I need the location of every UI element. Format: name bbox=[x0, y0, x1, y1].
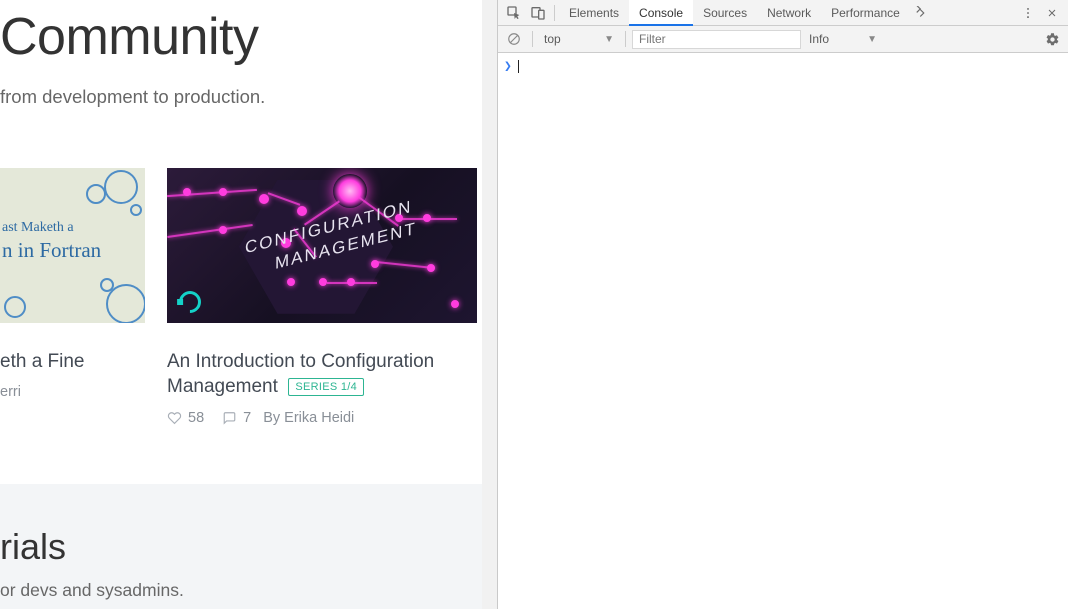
context-select[interactable]: top ▼ bbox=[539, 29, 619, 49]
cards-row: ast Maketh a n in Fortran eth a Fine err… bbox=[0, 168, 497, 426]
thumb-text-line1: ast Maketh a bbox=[2, 220, 101, 236]
inspect-element-icon[interactable] bbox=[502, 1, 526, 25]
console-prompt-line[interactable]: ❯ bbox=[504, 57, 1062, 75]
console-body[interactable]: ❯ bbox=[498, 53, 1068, 609]
article-title: eth a Fine bbox=[0, 349, 145, 375]
console-prompt-icon: ❯ bbox=[504, 59, 512, 74]
log-level-value: Info bbox=[809, 32, 829, 46]
page-subtitle: from development to production. bbox=[0, 86, 497, 108]
page-scrollbar[interactable] bbox=[482, 0, 497, 609]
page-title: Community bbox=[0, 8, 497, 68]
console-toolbar: top ▼ Info ▼ bbox=[498, 26, 1068, 53]
console-settings-icon[interactable] bbox=[1040, 27, 1064, 51]
log-level-select[interactable]: Info ▼ bbox=[805, 32, 881, 46]
article-meta: erri bbox=[0, 384, 145, 400]
series-badge: SERIES 1/4 bbox=[288, 378, 364, 396]
article-byline-fragment: erri bbox=[0, 384, 21, 400]
tab-console[interactable]: Console bbox=[629, 0, 693, 26]
chevron-down-icon: ▼ bbox=[604, 34, 614, 45]
devtools-panel: Elements Console Sources Network Perform… bbox=[497, 0, 1068, 609]
like-count: 58 bbox=[188, 410, 204, 426]
chevron-down-icon: ▼ bbox=[867, 34, 877, 45]
article-meta: 58 7 By Erika Heidi bbox=[167, 410, 477, 426]
thumb-text-line2: n in Fortran bbox=[2, 238, 101, 263]
section-subtitle: or devs and sysadmins. bbox=[0, 580, 497, 601]
tab-network[interactable]: Network bbox=[757, 0, 821, 26]
article-thumbnail: ast Maketh a n in Fortran bbox=[0, 168, 145, 323]
kebab-menu-icon[interactable] bbox=[1016, 1, 1040, 25]
article-author: Erika Heidi bbox=[284, 410, 354, 426]
page-content: Community from development to production… bbox=[0, 0, 497, 609]
console-cursor bbox=[518, 60, 519, 73]
context-value: top bbox=[544, 32, 561, 46]
tab-sources[interactable]: Sources bbox=[693, 0, 757, 26]
comment-count: 7 bbox=[243, 410, 251, 426]
comment-icon[interactable] bbox=[222, 411, 237, 425]
devtools-tab-bar: Elements Console Sources Network Perform… bbox=[498, 0, 1068, 26]
article-card-fortran[interactable]: ast Maketh a n in Fortran eth a Fine err… bbox=[0, 168, 145, 426]
heart-icon[interactable] bbox=[167, 411, 182, 425]
section-title: rials bbox=[0, 526, 497, 568]
tab-performance[interactable]: Performance bbox=[821, 0, 910, 26]
tab-elements[interactable]: Elements bbox=[559, 0, 629, 26]
tutorials-section: rials or devs and sysadmins. bbox=[0, 484, 497, 609]
device-toolbar-icon[interactable] bbox=[526, 1, 550, 25]
article-thumbnail: CONFIGURATION MANAGEMENT bbox=[167, 168, 477, 323]
article-card-config-mgmt[interactable]: CONFIGURATION MANAGEMENT An Introduction… bbox=[167, 168, 477, 426]
console-filter-input[interactable] bbox=[632, 30, 801, 49]
digitalocean-logo-icon bbox=[174, 286, 205, 317]
by-prefix: By bbox=[263, 410, 280, 426]
more-tabs-icon[interactable] bbox=[910, 1, 934, 25]
close-devtools-icon[interactable] bbox=[1040, 1, 1064, 25]
clear-console-icon[interactable] bbox=[502, 27, 526, 51]
